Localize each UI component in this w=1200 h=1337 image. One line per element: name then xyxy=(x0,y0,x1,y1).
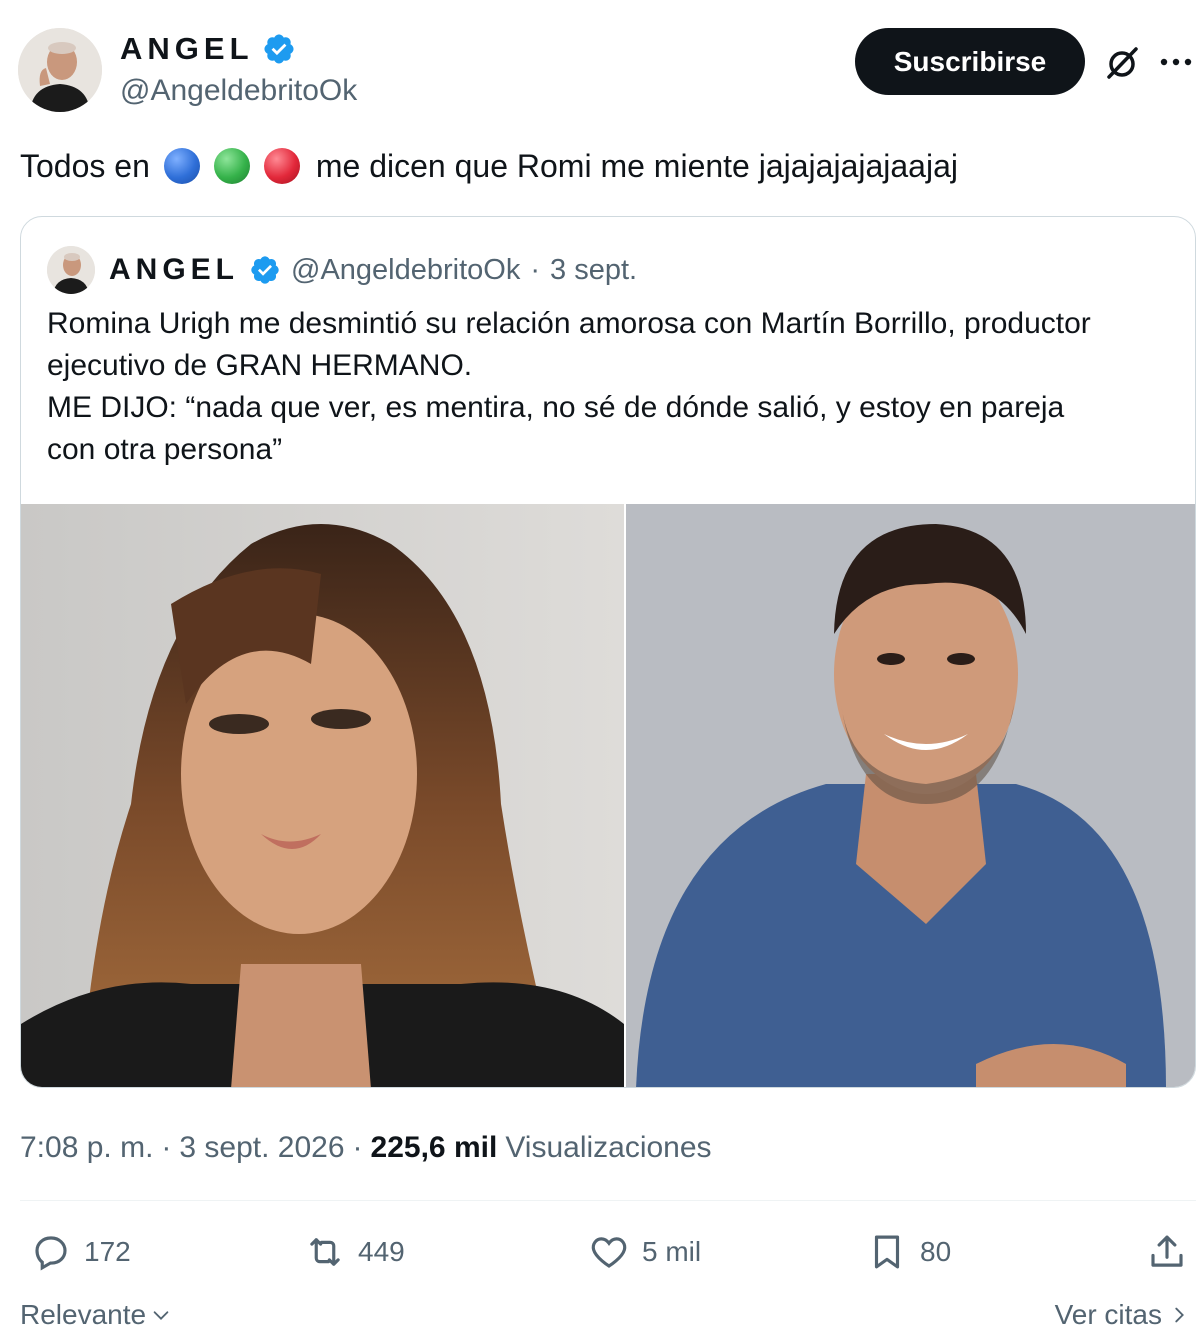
repost-button[interactable]: 449 xyxy=(304,1228,405,1276)
emoji-dots xyxy=(163,148,300,184)
chevron-down-icon xyxy=(153,1311,169,1320)
subscribe-button[interactable]: Suscribirse xyxy=(855,28,1085,95)
meta-separator: · xyxy=(352,1131,363,1164)
blue-circle-icon xyxy=(163,148,200,184)
quoted-text: Romina Urigh me desmintió su relación am… xyxy=(47,303,1177,471)
green-circle-icon xyxy=(213,148,250,184)
quoted-text-line: ME DIJO: “nada que ver, es mentira, no s… xyxy=(47,391,1065,424)
views-label: Visualizaciones xyxy=(505,1131,712,1164)
share-button[interactable] xyxy=(1146,1228,1188,1276)
quoted-photo-left[interactable] xyxy=(21,504,624,1087)
sort-label: Relevante xyxy=(20,1299,147,1330)
reply-icon xyxy=(35,1236,67,1271)
tweet-time[interactable]: 7:08 p. m. xyxy=(20,1131,153,1165)
verified-badge-icon xyxy=(263,34,294,64)
bookmark-count: 80 xyxy=(920,1236,952,1267)
views-count: 225,6 mil xyxy=(370,1131,498,1164)
red-circle-icon xyxy=(263,148,300,184)
reply-count: 172 xyxy=(84,1236,131,1267)
sort-dropdown[interactable]: Relevante xyxy=(20,1296,172,1334)
bookmark-button[interactable]: 80 xyxy=(866,1228,951,1276)
divider xyxy=(20,1200,1196,1201)
quoted-handle: @AngeldebritoOk xyxy=(291,253,521,286)
quoted-tweet-card[interactable]: ANGEL @AngeldebritoOk · 3 sept. Romina U… xyxy=(20,216,1196,1088)
grok-slash-icon[interactable] xyxy=(1103,44,1141,82)
author-avatar[interactable] xyxy=(18,28,102,112)
tweet-date[interactable]: 3 sept. 2026 xyxy=(179,1131,344,1165)
repost-icon xyxy=(310,1238,340,1266)
heart-icon xyxy=(591,1237,627,1268)
tweet-text: Todos en me dicen que Romi me miente jaj… xyxy=(20,144,958,188)
quotes-label: Ver citas xyxy=(1054,1299,1162,1330)
view-quotes-link[interactable]: Ver citas xyxy=(1055,1296,1190,1334)
tweet-detail: ANGEL @AngeldebritoOk Suscribirse Todos … xyxy=(0,0,1200,1337)
quoted-avatar xyxy=(47,246,95,294)
author-name-row[interactable]: ANGEL xyxy=(120,30,296,68)
repost-count: 449 xyxy=(358,1236,405,1267)
quoted-text-line: con otra persona” xyxy=(47,433,283,466)
quoted-header: ANGEL @AngeldebritoOk · 3 sept. xyxy=(47,246,638,294)
quoted-separator: · xyxy=(530,253,541,286)
meta-separator: · xyxy=(161,1131,172,1164)
like-button[interactable]: 5 mil xyxy=(588,1228,701,1276)
author-display-name[interactable]: ANGEL xyxy=(120,31,254,67)
bookmark-icon xyxy=(874,1235,900,1269)
quoted-photo-right[interactable] xyxy=(626,504,1195,1087)
quoted-text-line: ejecutivo de GRAN HERMANO. xyxy=(47,349,473,382)
quoted-media[interactable] xyxy=(21,504,1195,1087)
tweet-meta: 7:08 p. m. · 3 sept. 2026 · 225,6 mil Vi… xyxy=(20,1126,712,1170)
more-dots-icon[interactable] xyxy=(1158,44,1194,80)
chevron-right-icon xyxy=(1175,1307,1184,1323)
quoted-date: 3 sept. xyxy=(550,253,638,286)
verified-badge-icon xyxy=(251,256,279,284)
share-icon xyxy=(1151,1235,1183,1267)
reply-button[interactable]: 172 xyxy=(30,1228,131,1276)
like-count: 5 mil xyxy=(642,1236,702,1267)
author-handle[interactable]: @AngeldebritoOk xyxy=(120,74,357,108)
tweet-text-after: me dicen que Romi me miente jajajajajaja… xyxy=(315,147,958,184)
tweet-text-before: Todos en xyxy=(20,147,150,184)
quoted-display-name: ANGEL xyxy=(109,253,239,286)
quoted-text-line: Romina Urigh me desmintió su relación am… xyxy=(47,307,1091,340)
